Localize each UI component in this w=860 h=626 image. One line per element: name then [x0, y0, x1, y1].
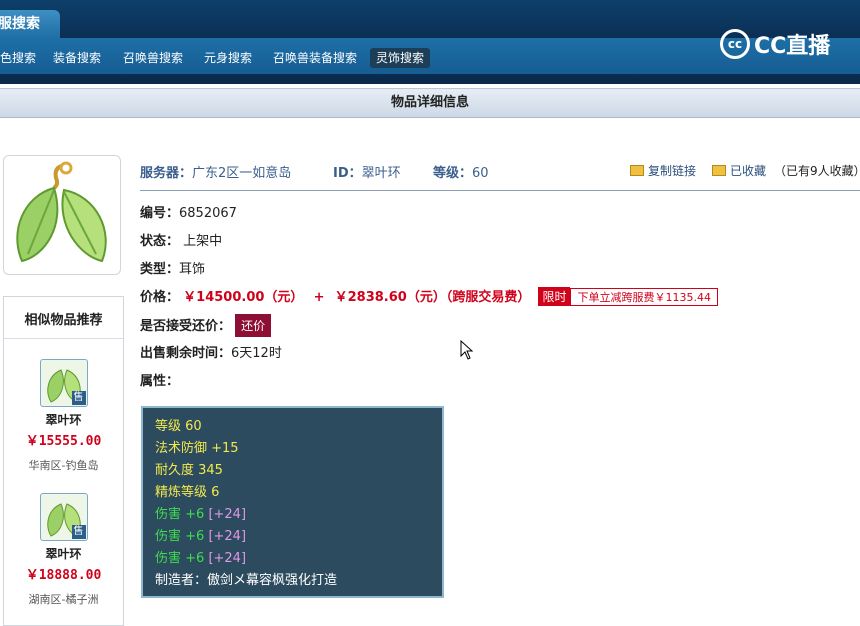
attr-line: 伤害 +6 [+24] [155, 504, 430, 526]
bargain-row: 是否接受还价： 还价 [140, 314, 272, 337]
tab-server-search[interactable]: 服搜索 [0, 10, 60, 38]
level-info: 等级：60 [433, 162, 489, 181]
similar-item[interactable]: 售 翠叶环 ￥18888.00 湖南区-橘子洲 [4, 493, 123, 607]
attr-line: 精炼等级 6 [155, 485, 220, 500]
bargain-button[interactable]: 还价 [235, 314, 272, 337]
favorite-label: 已收藏 [730, 164, 767, 178]
attr-line: 耐久度 345 [155, 463, 223, 478]
item-image [3, 155, 121, 275]
nav-role-search[interactable]: 色搜索 [0, 48, 42, 68]
copy-link-button[interactable]: 复制链接 [630, 162, 696, 179]
limited-time-tag: 限时 [538, 287, 571, 306]
similar-item-price: ￥18888.00 [25, 568, 102, 583]
similar-item-price: ￥15555.00 [25, 434, 102, 449]
similar-item-thumbnail[interactable]: 售 [39, 359, 88, 407]
attr-maker: 制造者：傲剑メ幕容枫强化打造 [155, 573, 338, 588]
limited-time-discount: 下单立减跨服费￥1135.44 [570, 288, 718, 306]
type-value: 耳饰 [179, 262, 206, 277]
id-value: 翠叶环 [361, 166, 401, 181]
type-row: 类型：耳饰 [140, 258, 205, 277]
id-label: ID： [333, 166, 362, 181]
price-plus: + [313, 290, 325, 305]
attr-damage: 伤害 +6 [155, 529, 205, 544]
page-title: 物品详细信息 [0, 88, 860, 118]
nav-lingshi-search[interactable]: 灵饰搜索 [370, 48, 431, 68]
price-value: ￥14500.00（元） [183, 290, 304, 305]
logo-text: CC直播 [754, 34, 831, 59]
server-label: 服务器： [140, 166, 193, 181]
cc-logo-icon: cc [720, 29, 750, 59]
attributes-label: 属性： [140, 374, 180, 389]
price-label: 价格： [140, 290, 180, 305]
copy-link-label: 复制链接 [648, 164, 697, 178]
bargain-label: 是否接受还价： [140, 319, 232, 334]
attr-bonus: [+24] [208, 529, 247, 544]
attr-bonus: [+24] [208, 551, 247, 566]
status-value: 上架中 [183, 234, 223, 249]
number-row: 编号：6852067 [140, 202, 237, 221]
attr-line: 伤害 +6 [+24] [155, 548, 430, 570]
attr-bonus: [+24] [208, 507, 247, 522]
similar-item-thumbnail[interactable]: 售 [39, 493, 88, 541]
mouse-cursor-icon [460, 340, 474, 360]
sell-badge: 售 [71, 525, 86, 539]
similar-item-name[interactable]: 翠叶环 [4, 411, 123, 428]
attr-damage: 伤害 +6 [155, 551, 205, 566]
attributes-row: 属性： [140, 370, 179, 389]
type-label: 类型： [140, 262, 180, 277]
similar-items-sidebar: 相似物品推荐 售 翠叶环 ￥15555.00 华南区-钓鱼岛 售 翠叶环 ￥18… [3, 296, 124, 626]
copy-link-icon [630, 165, 644, 176]
level-value: 60 [472, 166, 489, 181]
attr-line: 伤害 +6 [+24] [155, 526, 430, 548]
favorite-count: （已有9人收藏） [774, 164, 860, 178]
similar-item-location: 湖南区-橘子洲 [28, 593, 99, 606]
remaining-value: 6天12时 [231, 346, 282, 361]
similar-item-location: 华南区-钓鱼岛 [28, 459, 99, 472]
id-info: ID：翠叶环 [333, 162, 401, 181]
tab-label: 服搜索 [0, 16, 40, 32]
sidebar-title: 相似物品推荐 [4, 297, 123, 339]
server-info: 服务器：广东2区一如意岛 [140, 162, 291, 181]
remaining-label: 出售剩余时间： [140, 346, 232, 361]
attr-line: 法术防御 +15 [155, 441, 239, 456]
nav-pet-equipment-search[interactable]: 召唤兽装备搜索 [267, 48, 363, 68]
nav-pet-search[interactable]: 召唤兽搜索 [117, 48, 189, 68]
favorite-button[interactable]: 已收藏 [712, 162, 766, 179]
similar-item-name[interactable]: 翠叶环 [4, 545, 123, 562]
number-value: 6852067 [179, 206, 237, 221]
item-header: 服务器：广东2区一如意岛 ID：翠叶环 等级：60 复制链接 已收藏 （已有9人… [140, 160, 860, 191]
nav-yuanshen-search[interactable]: 元身搜索 [198, 48, 258, 68]
number-label: 编号： [140, 206, 180, 221]
level-label: 等级： [433, 166, 473, 181]
status-label: 状态： [140, 234, 180, 249]
remaining-row: 出售剩余时间：6天12时 [140, 342, 282, 361]
sell-badge: 售 [71, 391, 86, 405]
leaf-earring-icon [16, 161, 107, 263]
attr-line: 等级 60 [155, 419, 202, 434]
attr-damage: 伤害 +6 [155, 507, 205, 522]
nav-equipment-search[interactable]: 装备搜索 [47, 48, 107, 68]
attributes-panel: 等级 60 法术防御 +15 耐久度 345 精炼等级 6 伤害 +6 [+24… [141, 406, 444, 598]
similar-item[interactable]: 售 翠叶环 ￥15555.00 华南区-钓鱼岛 [4, 359, 123, 473]
status-row: 状态： 上架中 [140, 230, 222, 249]
favorite-icon [712, 165, 726, 176]
price-row: 价格： ￥14500.00（元） + ￥2838.60（元）（跨服交易费） 限时… [140, 286, 718, 306]
cc-live-logo: cc CC直播 [720, 26, 830, 62]
server-value: 广东2区一如意岛 [192, 166, 292, 181]
fee-value: ￥2838.60（元）（跨服交易费） [334, 290, 531, 305]
top-header: 服搜索 色搜索 装备搜索 召唤兽搜索 元身搜索 召唤兽装备搜索 灵饰搜索 cc … [0, 0, 860, 84]
